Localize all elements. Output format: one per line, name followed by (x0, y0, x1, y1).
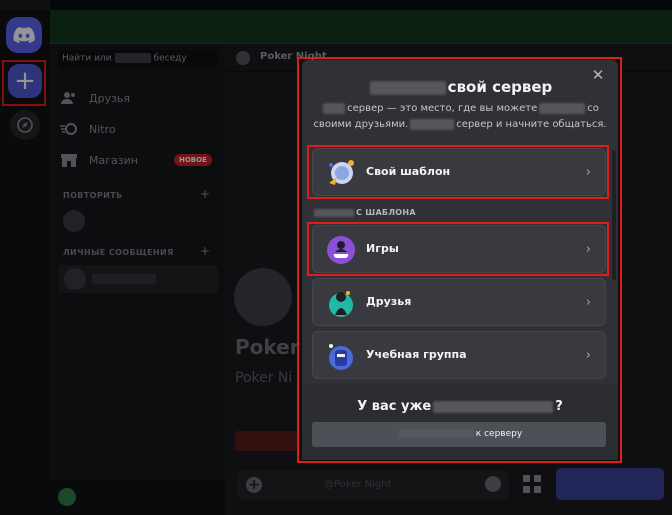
redacted-text (323, 102, 346, 114)
template-friends[interactable]: Друзья › (312, 278, 606, 326)
desc-text-3: своими друзьями. (313, 119, 409, 130)
footer-title-end: ? (555, 399, 563, 414)
chevron-right-icon: › (585, 348, 591, 363)
redacted-text (433, 400, 554, 413)
redacted-text (314, 208, 354, 217)
template-section-label: С ШАБЛОНА (312, 208, 416, 217)
desc-text-4: сервер и начните общаться. (456, 119, 607, 130)
template-label: Учебная группа (366, 348, 467, 361)
redacted-text (397, 429, 474, 438)
modal-description: сервер — это место, где вы можете со свои… (310, 101, 610, 133)
modal-scrollbar[interactable] (612, 150, 616, 280)
chevron-right-icon: › (585, 295, 591, 310)
redacted-text (410, 118, 455, 130)
study-template-icon (329, 344, 353, 370)
redacted-text (539, 102, 586, 114)
join-button-label: к серверу (475, 429, 523, 439)
discord-app: + Найти или беседу Друзья Nitro Магазин … (0, 0, 672, 515)
gaming-template-highlight (307, 222, 609, 276)
template-label: Друзья (366, 295, 412, 308)
join-server-button[interactable]: к серверу (312, 422, 606, 447)
desc-text-1: сервер — это место, где вы можете (347, 103, 538, 114)
modal-title: свой сервер (302, 78, 618, 96)
footer-title: У вас уже? (302, 399, 618, 414)
desc-text-2: со (587, 103, 599, 114)
template-study-group[interactable]: Учебная группа › (312, 331, 606, 379)
redacted-text (369, 80, 446, 95)
footer-title-start: У вас уже (357, 399, 432, 414)
friends-template-icon (329, 291, 353, 317)
own-template-highlight (307, 145, 609, 199)
modal-title-text: свой сервер (447, 78, 553, 96)
section-suffix: С ШАБЛОНА (356, 208, 416, 217)
